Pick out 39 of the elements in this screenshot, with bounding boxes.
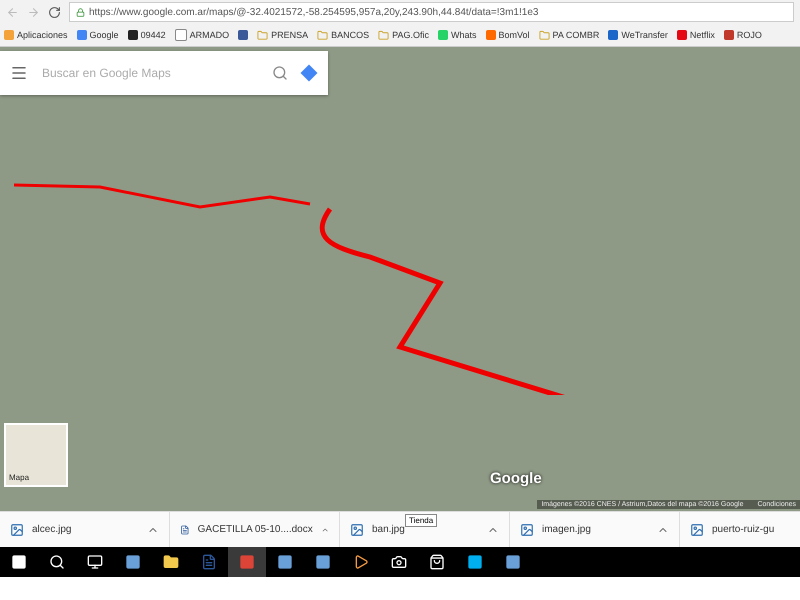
bookmark[interactable]: PRENSA <box>257 30 308 40</box>
image-file-icon <box>350 522 364 536</box>
bookmark[interactable]: ROJO <box>724 30 762 40</box>
image-file-icon <box>520 522 534 536</box>
reload-icon[interactable] <box>48 6 61 18</box>
folder-icon <box>378 30 390 40</box>
bookmark[interactable]: 09442 <box>128 30 166 40</box>
bookmark[interactable]: PAG.Ofic <box>378 30 429 40</box>
image-file-icon <box>690 522 704 536</box>
bookmark[interactable]: Aplicaciones <box>4 30 68 40</box>
bookmark[interactable]: PA COMBR <box>538 30 600 40</box>
tooltip: Tienda <box>405 514 438 527</box>
bookmark[interactable]: Netflix <box>676 30 715 40</box>
bookmark[interactable]: ARMADO <box>174 29 230 41</box>
site-icon <box>128 30 138 40</box>
bookmark[interactable]: BANCOS <box>317 30 370 40</box>
site-icon <box>676 30 687 40</box>
site-icon <box>76 30 87 40</box>
bookmark[interactable]: Google <box>76 30 119 40</box>
site-icon <box>486 30 496 40</box>
folder-icon <box>257 30 268 40</box>
site-icon <box>438 30 448 40</box>
bookmark[interactable]: Whats <box>438 30 476 40</box>
folder-icon <box>317 30 328 40</box>
search-icon[interactable] <box>272 65 288 81</box>
image-file-icon <box>10 522 24 536</box>
bookmark[interactable]: WeTransfer <box>608 30 668 40</box>
bookmark[interactable]: BomVol <box>486 30 530 40</box>
lock-icon <box>76 8 85 16</box>
site-icon <box>174 29 187 41</box>
address-field[interactable]: https://www.google.com.ar/maps/@-32.4021572,-58.254595,957a,20y,243.90h,44.84t/data=!3m1!1e3 <box>69 2 794 22</box>
google-logo: Google <box>490 470 542 487</box>
folder-icon <box>538 30 550 40</box>
document-icon <box>180 522 190 536</box>
site-icon <box>608 30 618 40</box>
menu-icon[interactable] <box>10 64 28 82</box>
map-layer-button[interactable]: Mapa <box>4 423 68 487</box>
site-icon <box>4 30 14 40</box>
site-icon <box>724 30 734 40</box>
